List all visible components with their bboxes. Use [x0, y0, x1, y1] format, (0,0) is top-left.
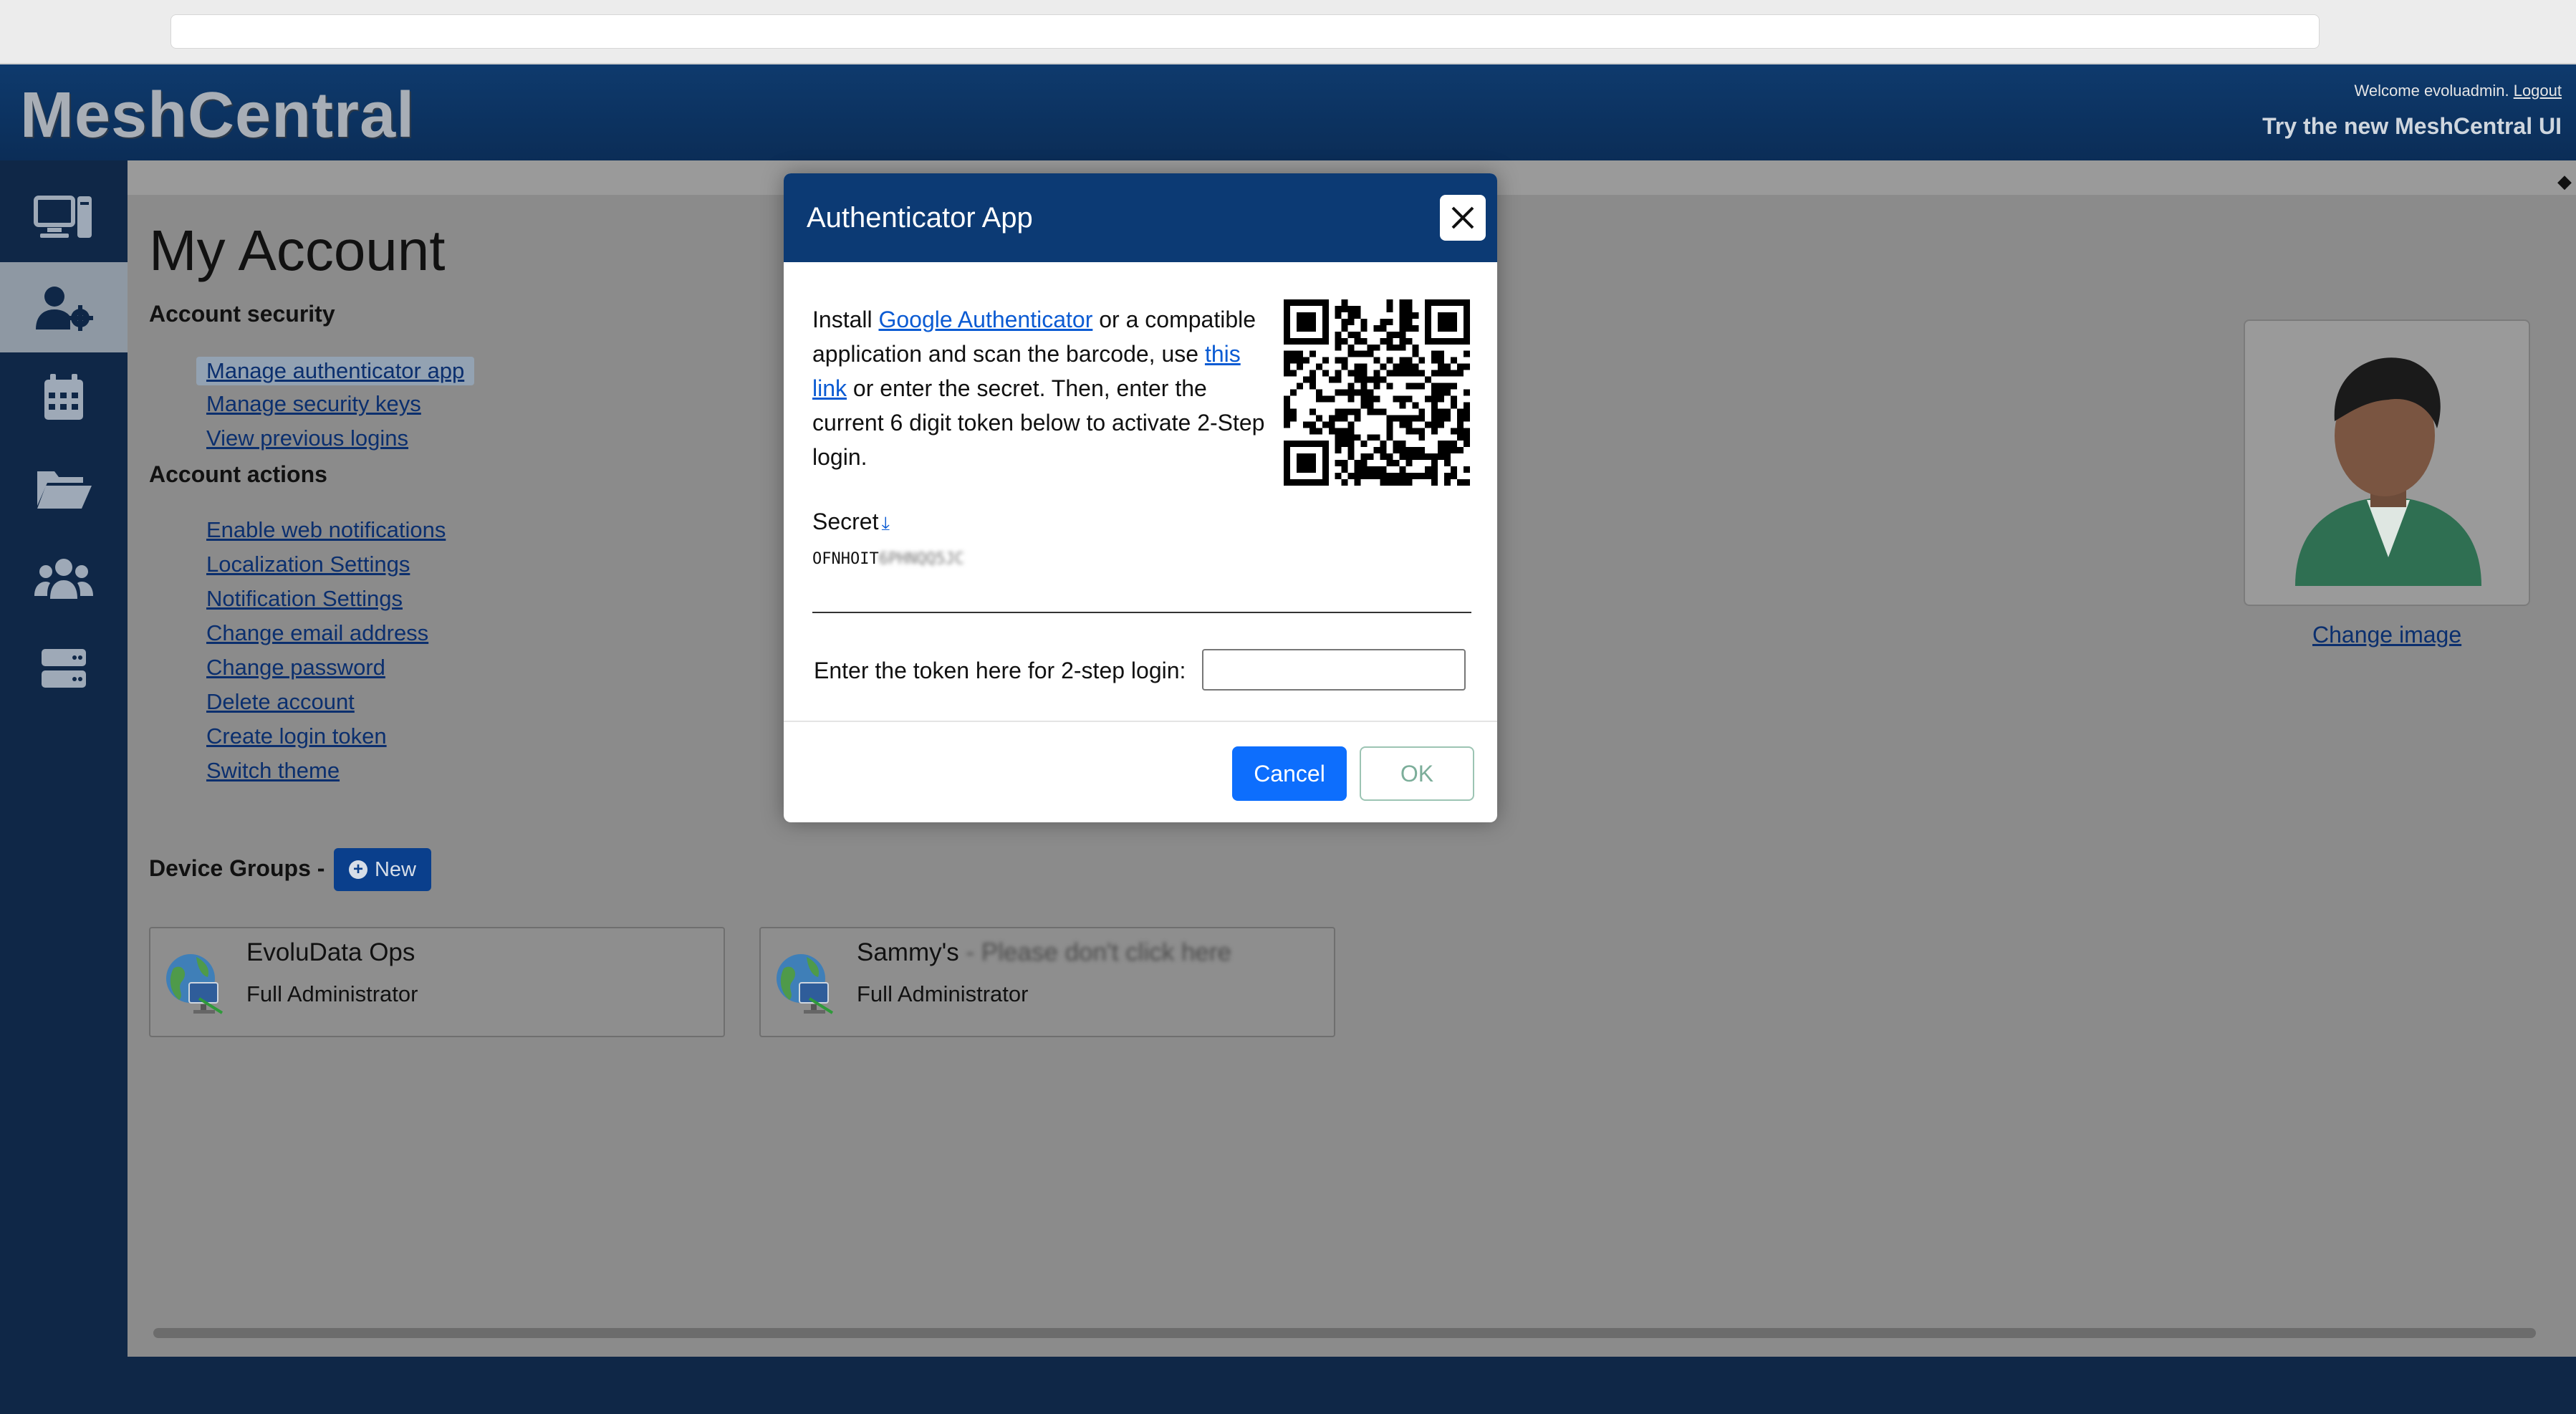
google-authenticator-link[interactable]: Google Authenticator: [878, 307, 1092, 332]
new-device-group-button[interactable]: + New: [334, 848, 431, 891]
dialog-header: Authenticator App: [784, 173, 1497, 262]
avatar: [2295, 357, 2481, 586]
device-group-card[interactable]: Sammy's - Please don't click here Full A…: [759, 927, 1335, 1037]
token-label: Enter the token here for 2-step login:: [814, 658, 1186, 683]
device-group-name: Sammy's - Please don't click here: [857, 938, 1232, 966]
switch-theme-link[interactable]: Switch theme: [206, 758, 340, 784]
divider: [812, 612, 1471, 613]
ok-button[interactable]: OK: [1360, 746, 1474, 801]
change-image-link[interactable]: Change image: [2312, 622, 2461, 648]
app-header: MeshCentral Welcome evoluadmin. Logout T…: [0, 64, 2576, 160]
user-gear-icon: [36, 287, 93, 331]
device-group-card[interactable]: EvoluData Ops Full Administrator: [149, 927, 725, 1037]
diamond-icon[interactable]: ◆: [2557, 170, 2572, 193]
sidebar-item-events[interactable]: [0, 352, 128, 443]
authenticator-dialog: Authenticator App Install Google Authent…: [784, 173, 1497, 822]
dialog-title: Authenticator App: [807, 202, 1033, 234]
footer-band: [0, 1357, 2576, 1414]
network-globe-icon: [777, 954, 834, 1014]
token-input[interactable]: [1202, 649, 1466, 691]
sidebar-item-users[interactable]: [0, 533, 128, 623]
avatar-frame: [2244, 319, 2530, 606]
create-login-token-link[interactable]: Create login token: [206, 723, 387, 749]
manage-authenticator-link[interactable]: Manage authenticator app: [196, 357, 475, 385]
cancel-button[interactable]: Cancel: [1232, 746, 1347, 801]
localization-settings-link[interactable]: Localization Settings: [206, 552, 410, 577]
footer-divider: [784, 721, 1497, 722]
welcome-bar: Welcome evoluadmin. Logout: [2355, 82, 2562, 100]
device-group-role: Full Administrator: [857, 981, 1029, 1006]
plus-icon: +: [348, 860, 367, 879]
delete-account-link[interactable]: Delete account: [206, 689, 355, 715]
address-bar[interactable]: [170, 14, 2320, 49]
computer-icon: [34, 196, 92, 238]
qr-code: [1284, 299, 1470, 486]
browser-chrome: [0, 0, 2576, 64]
manage-security-keys-link[interactable]: Manage security keys: [206, 391, 421, 417]
secret-value: OFNHOIT6PHNQQ5JC: [812, 550, 964, 568]
change-password-link[interactable]: Change password: [206, 655, 385, 680]
sidebar-item-servers[interactable]: [0, 623, 128, 713]
device-group-name-suffix: - Please don't click here: [958, 938, 1232, 966]
sidebar-item-files[interactable]: [0, 443, 128, 533]
logout-link[interactable]: Logout: [2514, 82, 2562, 100]
account-security-heading: Account security: [149, 301, 335, 327]
enable-web-notifications-link[interactable]: Enable web notifications: [206, 517, 446, 543]
folder-icon: [37, 471, 92, 509]
users-icon: [34, 559, 93, 599]
sidebar-item-devices[interactable]: [0, 172, 128, 262]
close-button[interactable]: [1440, 195, 1486, 241]
horizontal-scrollbar[interactable]: [153, 1328, 2536, 1338]
new-button-label: New: [374, 857, 416, 881]
app-logo: MeshCentral: [20, 80, 415, 151]
device-group-name: EvoluData Ops: [246, 938, 415, 966]
notification-settings-link[interactable]: Notification Settings: [206, 586, 403, 612]
network-globe-icon: [166, 954, 224, 1014]
download-icon[interactable]: ⤓: [881, 512, 890, 534]
server-icon: [42, 649, 86, 688]
secret-label: Secret ⤓: [812, 509, 890, 534]
try-new-ui-link[interactable]: Try the new MeshCentral UI: [2262, 113, 2562, 140]
change-email-link[interactable]: Change email address: [206, 620, 428, 646]
dialog-instructions: Install Google Authenticator or a compat…: [812, 307, 1265, 470]
device-groups-heading: Device Groups -: [149, 855, 325, 881]
account-actions-heading: Account actions: [149, 461, 327, 487]
calendar-icon: [44, 374, 83, 420]
welcome-text: Welcome evoluadmin.: [2354, 82, 2509, 100]
close-icon: [1451, 206, 1474, 229]
page-title: My Account: [149, 218, 446, 282]
view-previous-logins-link[interactable]: View previous logins: [206, 425, 408, 451]
sidebar-item-my-account[interactable]: [0, 262, 128, 352]
device-group-role: Full Administrator: [246, 981, 418, 1006]
sidebar: [0, 160, 128, 1357]
